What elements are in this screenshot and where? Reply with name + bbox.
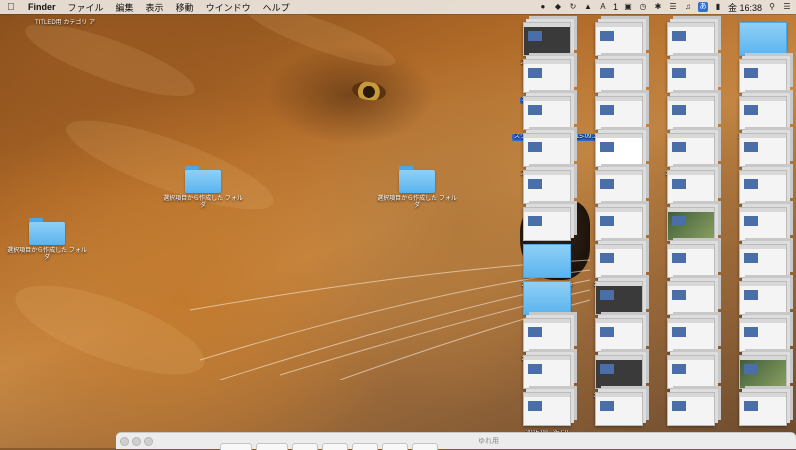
close-button[interactable]	[120, 437, 129, 446]
wifi-icon[interactable]: ☰	[668, 2, 678, 12]
dropbox-icon[interactable]: ◆	[553, 2, 563, 12]
file-thumbnail-icon	[739, 207, 787, 241]
file-thumbnail-icon	[523, 59, 571, 93]
file-thumbnail-icon	[667, 355, 715, 389]
folder-label: 選択項目から作成した フォルダ	[7, 248, 87, 261]
file-thumbnail-icon	[667, 96, 715, 130]
file-thumbnail-icon	[523, 133, 571, 167]
file-thumbnail-icon	[739, 318, 787, 352]
file-thumbnail-icon	[667, 392, 715, 426]
notification-center-icon[interactable]: ☰	[782, 2, 792, 12]
spotlight-icon[interactable]: ⚲	[767, 2, 777, 12]
file-thumbnail-icon	[595, 59, 643, 93]
file-thumbnail-icon	[523, 170, 571, 204]
file-thumbnail-icon	[667, 22, 715, 56]
file-thumbnail-icon	[667, 281, 715, 315]
box-icon[interactable]: ▣	[623, 2, 633, 12]
file-thumbnail-icon	[523, 96, 571, 130]
file-thumbnail-icon	[595, 22, 643, 56]
file-thumbnail-icon	[667, 133, 715, 167]
menu-file[interactable]: ファイル	[62, 1, 110, 14]
file-thumbnail-icon	[739, 244, 787, 278]
folder-icon	[399, 166, 435, 193]
drive-icon[interactable]: ▲	[583, 2, 593, 12]
menu-help[interactable]: ヘルプ	[257, 1, 296, 14]
sync-icon[interactable]: ↻	[568, 2, 578, 12]
file-thumbnail-icon	[595, 318, 643, 352]
file-thumbnail-icon	[667, 170, 715, 204]
toolbar-button[interactable]	[256, 443, 288, 450]
file-thumbnail-icon	[523, 22, 571, 56]
chat-icon[interactable]: ●	[538, 2, 548, 12]
menu-view[interactable]: 表示	[140, 1, 170, 14]
file-thumbnail-icon	[739, 96, 787, 130]
file-thumbnail-icon	[523, 392, 571, 426]
bluetooth-icon[interactable]: ✱	[653, 2, 663, 12]
file-thumbnail-icon	[739, 355, 787, 389]
file-thumbnail-icon	[523, 355, 571, 389]
toolbar-button[interactable]	[220, 443, 252, 450]
status-area: ● ◆ ↻ ▲ A 1 ▣ ◷ ✱ ☰ ♫ あ ▮ 金 16:38 ⚲ ☰	[538, 0, 792, 14]
menu-go[interactable]: 移動	[170, 1, 200, 14]
status-count: 1	[612, 2, 618, 12]
file-thumbnail-icon	[667, 318, 715, 352]
clock[interactable]: 金 16:38	[728, 1, 762, 14]
file-thumbnail-icon	[667, 59, 715, 93]
file-thumbnail-icon	[523, 207, 571, 241]
file-thumbnail-icon	[739, 133, 787, 167]
time-machine-icon[interactable]: ◷	[638, 2, 648, 12]
menu-edit[interactable]: 編集	[110, 1, 140, 14]
folder-icon	[185, 166, 221, 193]
file-thumbnail-icon	[595, 96, 643, 130]
zoom-button[interactable]	[144, 437, 153, 446]
desktop-file-grid: スクリーンショット2015-09...15.18.56IMG_3791.jpg3…	[512, 18, 796, 436]
menu-bar:  Finder ファイル 編集 表示 移動 ウインドウ ヘルプ ● ◆ ↻ ▲…	[0, 0, 796, 14]
wallpaper-lion-eye	[350, 79, 388, 103]
minimize-button[interactable]	[132, 437, 141, 446]
desktop-item-label[interactable]: TITLED用 カテゴリ ア	[30, 20, 100, 27]
volume-icon[interactable]: ♫	[683, 2, 693, 12]
file-thumbnail-icon	[739, 59, 787, 93]
menu-app-finder[interactable]: Finder	[22, 2, 62, 12]
desktop-folder[interactable]: 選択項目から作成した フォルダ	[7, 218, 87, 262]
file-thumbnail-icon	[523, 318, 571, 352]
folder-icon	[739, 22, 787, 56]
file-thumbnail-icon	[739, 392, 787, 426]
desktop-folder[interactable]: 選択項目から作成した フォルダ	[163, 166, 243, 210]
toolbar-button[interactable]	[292, 443, 318, 450]
file-thumbnail-icon	[595, 170, 643, 204]
toolbar-button[interactable]	[382, 443, 408, 450]
file-thumbnail-icon	[595, 355, 643, 389]
adobe-icon[interactable]: A	[598, 2, 608, 12]
file-thumbnail-icon	[667, 244, 715, 278]
folder-label: 選択項目から作成した フォルダ	[163, 196, 243, 209]
file-thumbnail-icon	[595, 207, 643, 241]
file-thumbnail-icon	[667, 207, 715, 241]
toolbar-button[interactable]	[322, 443, 348, 450]
folder-icon	[523, 244, 571, 278]
apple-icon[interactable]: 	[0, 2, 22, 13]
window-title: ゆれ用	[478, 438, 499, 445]
input-method-icon[interactable]: あ	[697, 2, 708, 12]
finder-window[interactable]: ゆれ用	[116, 432, 796, 450]
battery-icon[interactable]: ▮	[713, 2, 723, 12]
file-thumbnail-icon	[595, 281, 643, 315]
file-thumbnail-icon	[595, 244, 643, 278]
folder-icon	[523, 281, 571, 315]
folder-label: 選択項目から作成した フォルダ	[377, 196, 457, 209]
menu-window[interactable]: ウインドウ	[200, 1, 257, 14]
file-thumbnail-icon	[595, 133, 643, 167]
file-thumbnail-icon	[595, 392, 643, 426]
toolbar-button[interactable]	[352, 443, 378, 450]
toolbar-button[interactable]	[412, 443, 438, 450]
file-thumbnail-icon	[739, 170, 787, 204]
desktop-folder[interactable]: 選択項目から作成した フォルダ	[377, 166, 457, 210]
folder-icon	[29, 218, 65, 245]
file-thumbnail-icon	[739, 281, 787, 315]
